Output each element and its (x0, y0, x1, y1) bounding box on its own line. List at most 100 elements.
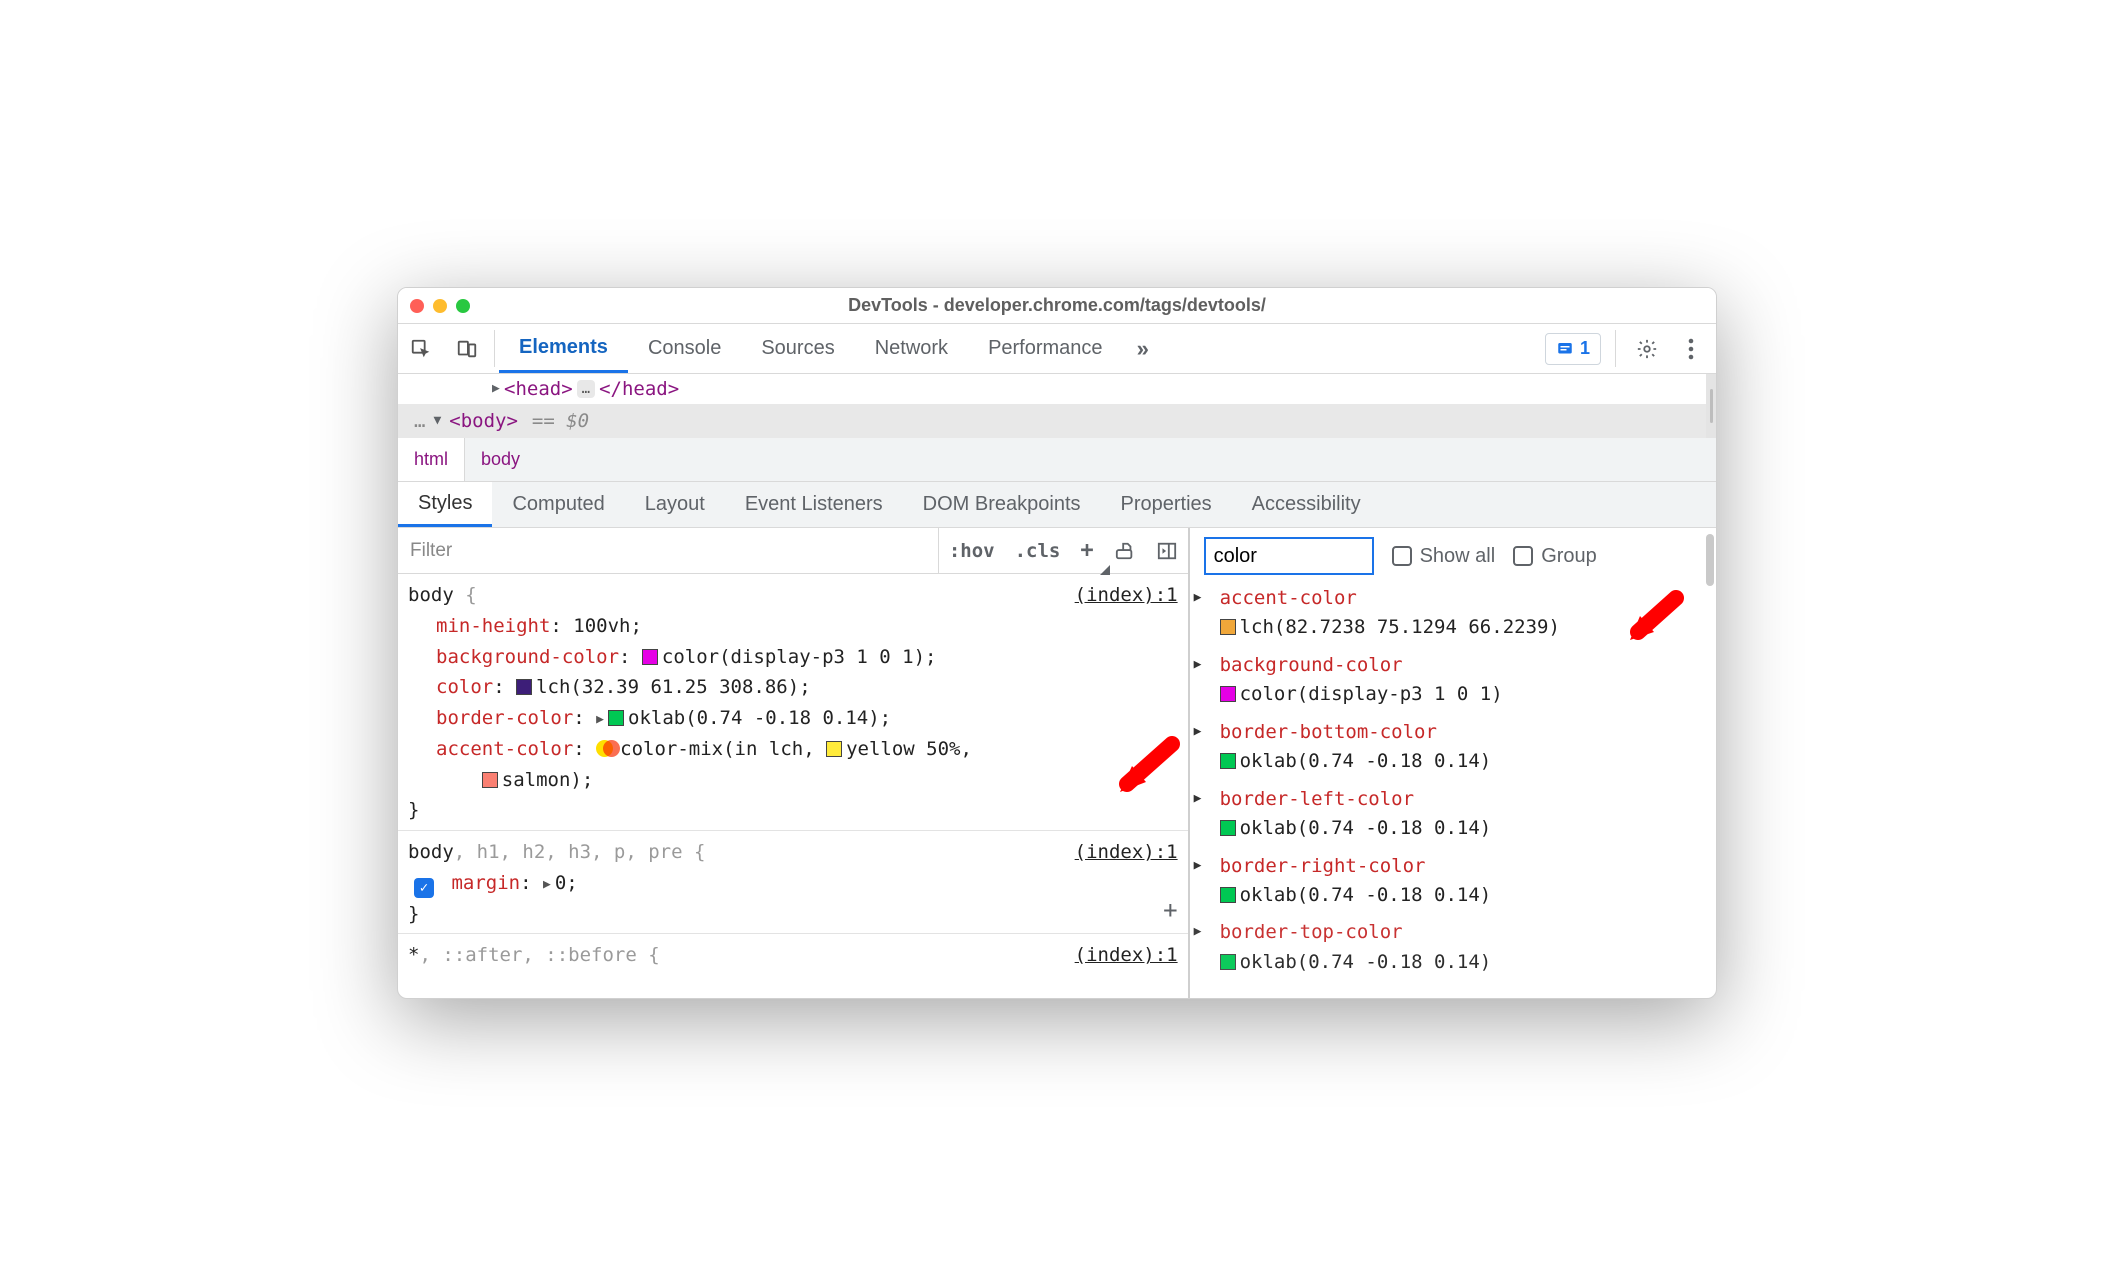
tab-console[interactable]: Console (628, 324, 741, 373)
issues-icon (1556, 340, 1574, 358)
dom-head-open: <head> (504, 374, 573, 404)
tabs-overflow-button[interactable]: » (1123, 324, 1159, 373)
color-swatch[interactable] (608, 710, 624, 726)
settings-button[interactable] (1630, 338, 1664, 360)
issues-button[interactable]: 1 (1545, 333, 1601, 365)
classes-button[interactable]: .cls (1005, 528, 1071, 573)
device-toggle-icon[interactable] (444, 324, 490, 373)
declaration[interactable]: min-height: 100vh; (408, 611, 1178, 642)
dom-tree: ▶ <head> … </head> … ▼ <body> == $0 (398, 374, 1716, 438)
main-tabs: Elements Console Sources Network Perform… (499, 324, 1545, 373)
subtab-computed[interactable]: Computed (492, 482, 624, 527)
dom-ellipsis-badge[interactable]: … (577, 380, 595, 398)
dom-node-head[interactable]: ▶ <head> … </head> (398, 374, 1716, 404)
color-swatch[interactable] (1220, 753, 1236, 769)
styles-rules: body { (index):1 min-height: 100vh; back… (398, 574, 1188, 998)
breadcrumb-html[interactable]: html (398, 438, 465, 481)
expand-arrow-icon[interactable]: ▶ (1194, 922, 1202, 942)
show-all-label: Show all (1420, 545, 1496, 568)
inspect-element-icon[interactable] (398, 324, 444, 373)
computed-filter-input[interactable] (1204, 537, 1374, 575)
declaration[interactable]: ✓ margin: ▶0; (408, 868, 1178, 899)
expand-arrow-icon[interactable]: ▶ (596, 709, 604, 730)
styles-panel: :hov .cls + body { (index):1 min- (398, 528, 1190, 998)
declaration[interactable]: border-color: ▶oklab(0.74 -0.18 0.14); (408, 703, 1178, 734)
toggle-styles-sidebar-button[interactable] (1104, 528, 1146, 573)
rule-source-link[interactable]: (index):1 (1075, 580, 1178, 611)
color-swatch[interactable] (1220, 820, 1236, 836)
computed-property[interactable]: ▶ accent-color lch(82.7238 75.1294 66.22… (1216, 584, 1712, 643)
style-rule-universal[interactable]: *, ::after, ::before { (index):1 (398, 934, 1188, 975)
color-swatch[interactable] (1220, 954, 1236, 970)
computed-property[interactable]: ▶ background-color color(display-p3 1 0 … (1216, 651, 1712, 710)
close-window-button[interactable] (410, 299, 424, 313)
add-declaration-button[interactable]: + (1163, 891, 1177, 930)
styles-filter-input[interactable] (398, 528, 939, 573)
computed-property[interactable]: ▶ border-right-color oklab(0.74 -0.18 0.… (1216, 852, 1712, 911)
subtab-layout[interactable]: Layout (625, 482, 725, 527)
declaration[interactable]: background-color: color(display-p3 1 0 1… (408, 642, 1178, 673)
rule-selector: *, ::after, ::before { (408, 944, 660, 966)
expand-arrow-icon[interactable]: ▶ (1194, 789, 1202, 809)
sidebar-tabs: Styles Computed Layout Event Listeners D… (398, 482, 1716, 528)
group-checkbox[interactable]: Group (1513, 545, 1597, 568)
subtab-dom-breakpoints[interactable]: DOM Breakpoints (903, 482, 1101, 527)
main-toolbar: Elements Console Sources Network Perform… (398, 324, 1716, 374)
tab-performance[interactable]: Performance (968, 324, 1123, 373)
new-style-rule-button[interactable]: + (1070, 528, 1103, 573)
color-swatch[interactable] (1220, 619, 1236, 635)
tab-elements[interactable]: Elements (499, 324, 628, 373)
zoom-window-button[interactable] (456, 299, 470, 313)
collapse-arrow-icon[interactable]: ▼ (433, 411, 441, 432)
subtab-properties[interactable]: Properties (1101, 482, 1232, 527)
subtab-event-listeners[interactable]: Event Listeners (725, 482, 903, 527)
declaration[interactable]: color: lch(32.39 61.25 308.86); (408, 672, 1178, 703)
gear-icon (1636, 338, 1658, 360)
color-swatch[interactable] (516, 679, 532, 695)
expand-arrow-icon[interactable]: ▶ (1194, 588, 1202, 608)
tab-sources[interactable]: Sources (741, 324, 854, 373)
color-swatch[interactable] (826, 741, 842, 757)
expand-arrow-icon[interactable]: ▶ (1194, 722, 1202, 742)
computed-property[interactable]: ▶ border-bottom-color oklab(0.74 -0.18 0… (1216, 718, 1712, 777)
window-controls (410, 299, 470, 313)
expand-arrow-icon[interactable]: ▶ (1194, 856, 1202, 876)
rule-source-link[interactable]: (index):1 (1075, 940, 1178, 971)
declaration[interactable]: accent-color: color-mix(in lch, yellow 5… (408, 734, 1178, 796)
show-all-checkbox[interactable]: Show all (1392, 545, 1496, 568)
color-swatch[interactable] (482, 772, 498, 788)
computed-property[interactable]: ▶ border-left-color oklab(0.74 -0.18 0.1… (1216, 785, 1712, 844)
hover-states-button[interactable]: :hov (939, 528, 1005, 573)
dom-scrollbar[interactable] (1706, 374, 1716, 438)
dom-selected-marker: == $0 (532, 406, 589, 436)
expand-arrow-icon[interactable]: ▶ (1194, 655, 1202, 675)
computed-scrollbar[interactable] (1704, 528, 1716, 998)
issues-count: 1 (1580, 338, 1590, 359)
color-swatch[interactable] (642, 649, 658, 665)
toolbar-separator (1615, 330, 1616, 367)
color-mix-icon[interactable] (596, 740, 620, 758)
breadcrumb-body[interactable]: body (465, 438, 536, 481)
more-options-button[interactable] (1674, 338, 1708, 360)
color-swatch[interactable] (1220, 686, 1236, 702)
subtab-accessibility[interactable]: Accessibility (1232, 482, 1381, 527)
minimize-window-button[interactable] (433, 299, 447, 313)
dom-node-body-selected[interactable]: … ▼ <body> == $0 (398, 404, 1716, 438)
expand-arrow-icon[interactable]: ▶ (543, 874, 551, 895)
tab-network[interactable]: Network (855, 324, 968, 373)
breadcrumb: html body (398, 438, 1716, 482)
computed-panel-toggle-button[interactable] (1146, 528, 1188, 573)
computed-filterbar: Show all Group (1190, 528, 1716, 584)
rule-source-link[interactable]: (index):1 (1075, 837, 1178, 868)
dom-hidden-dots: … (414, 406, 427, 436)
color-swatch[interactable] (1220, 887, 1236, 903)
window-title: DevTools - developer.chrome.com/tags/dev… (398, 295, 1716, 316)
style-rule-resets[interactable]: body, h1, h2, h3, p, pre { (index):1 ✓ m… (398, 831, 1188, 934)
declaration-enabled-checkbox[interactable]: ✓ (414, 878, 434, 898)
expand-arrow-icon[interactable]: ▶ (492, 379, 500, 400)
style-rule-body[interactable]: body { (index):1 min-height: 100vh; back… (398, 574, 1188, 831)
computed-property[interactable]: ▶ border-top-color oklab(0.74 -0.18 0.14… (1216, 918, 1712, 977)
checkbox-icon (1513, 546, 1533, 566)
paintbrush-icon (1114, 541, 1136, 561)
subtab-styles[interactable]: Styles (398, 482, 492, 527)
